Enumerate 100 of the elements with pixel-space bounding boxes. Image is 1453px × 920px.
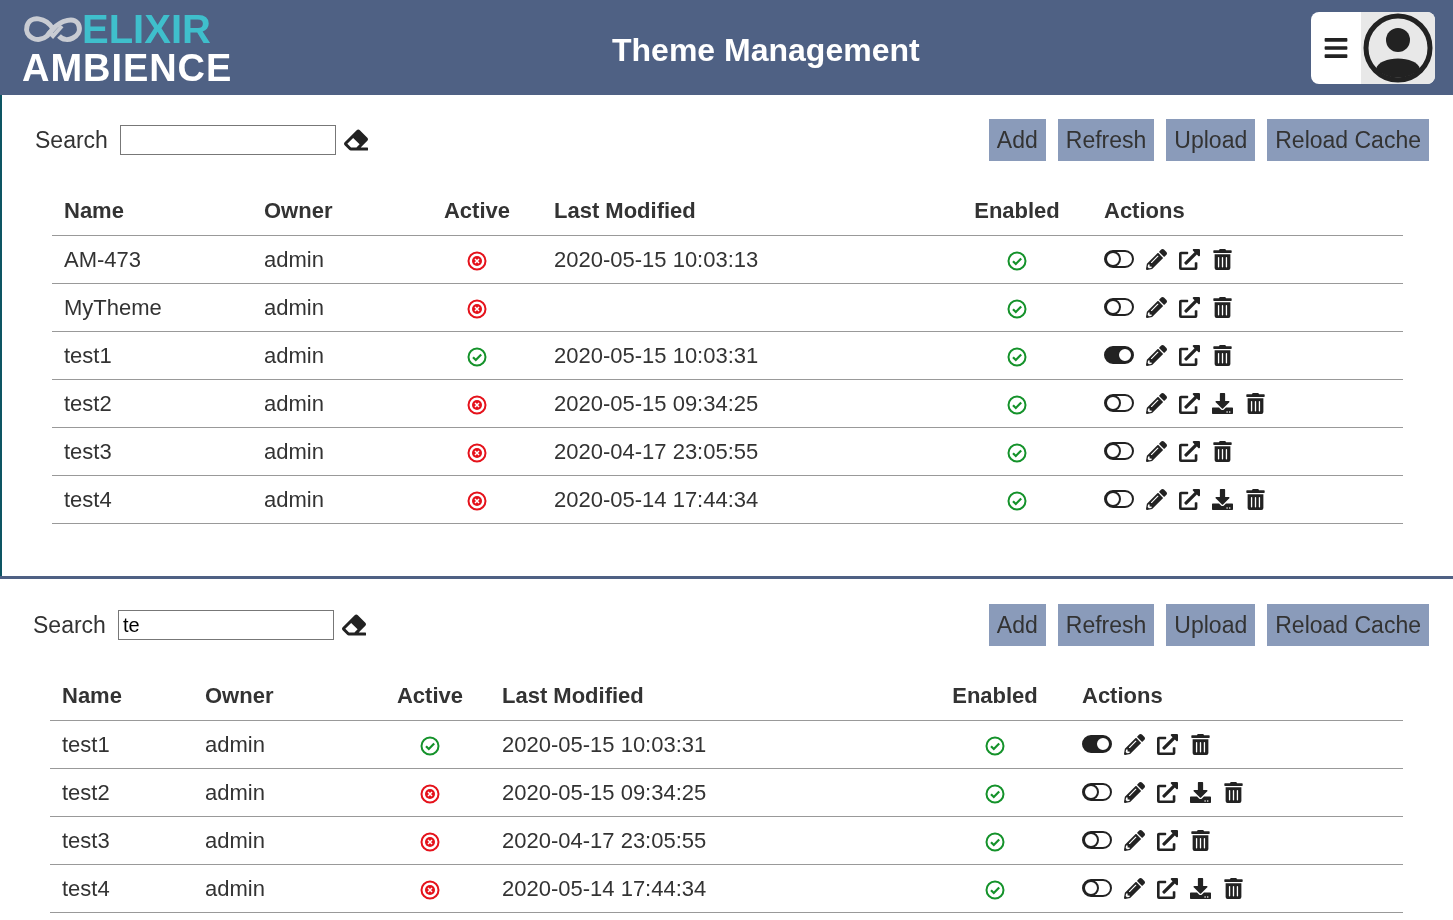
external-link-icon[interactable] xyxy=(1157,733,1178,755)
search-field[interactable] xyxy=(119,125,336,155)
column-header: Actions xyxy=(1082,683,1163,709)
external-link-icon[interactable] xyxy=(1157,877,1178,899)
column-header: Name xyxy=(62,683,122,709)
column-header: Owner xyxy=(264,198,333,224)
column-header: Last Modified xyxy=(502,683,644,709)
table-cell: test4 xyxy=(62,875,110,901)
column-header: Owner xyxy=(205,683,274,709)
table-cell: test1 xyxy=(64,342,112,368)
external-link-icon[interactable] xyxy=(1179,440,1200,462)
table-cell: MyTheme xyxy=(64,294,162,320)
pencil-icon[interactable] xyxy=(1124,781,1145,803)
pencil-icon[interactable] xyxy=(1146,248,1167,270)
toolbar-button[interactable]: Reload Cache xyxy=(1267,119,1429,161)
toggle-icon[interactable] xyxy=(1104,442,1134,460)
table-cell: admin xyxy=(264,486,324,512)
table-cell: admin xyxy=(264,342,324,368)
table-cell: test2 xyxy=(64,390,112,416)
pencil-icon[interactable] xyxy=(1146,392,1167,414)
external-link-icon[interactable] xyxy=(1157,781,1178,803)
trash-icon[interactable] xyxy=(1212,248,1233,270)
toggle-icon[interactable] xyxy=(1104,250,1134,268)
pencil-icon[interactable] xyxy=(1124,877,1145,899)
logo-text: ELIXIR xyxy=(82,8,211,49)
trash-icon[interactable] xyxy=(1212,296,1233,318)
table-cell: 2020-05-15 10:03:13 xyxy=(554,246,759,272)
pencil-icon[interactable] xyxy=(1124,829,1145,851)
table-cell: 2020-05-15 09:34:25 xyxy=(502,779,707,805)
toggle-icon[interactable] xyxy=(1104,346,1134,364)
table-cell: test2 xyxy=(62,779,110,805)
external-link-icon[interactable] xyxy=(1179,488,1200,510)
table-cell: test4 xyxy=(64,486,112,512)
trash-icon[interactable] xyxy=(1245,392,1266,414)
toggle-icon[interactable] xyxy=(1104,490,1134,508)
pencil-icon[interactable] xyxy=(1146,344,1167,366)
table-cell: admin xyxy=(205,827,265,853)
column-header: Enabled xyxy=(974,198,1060,224)
trash-icon[interactable] xyxy=(1245,488,1266,510)
table-cell: admin xyxy=(205,875,265,901)
pencil-icon[interactable] xyxy=(1146,440,1167,462)
column-header: Active xyxy=(396,683,463,709)
table-cell: admin xyxy=(205,779,265,805)
toolbar-button[interactable]: Refresh xyxy=(1057,604,1155,646)
toggle-icon[interactable] xyxy=(1082,879,1112,897)
toggle-icon[interactable] xyxy=(1104,394,1134,412)
toggle-icon[interactable] xyxy=(1082,831,1112,849)
table-cell: 2020-05-15 09:34:25 xyxy=(554,390,759,416)
trash-icon[interactable] xyxy=(1190,733,1211,755)
trash-icon[interactable] xyxy=(1212,440,1233,462)
external-link-icon[interactable] xyxy=(1179,392,1200,414)
toolbar-button[interactable]: Upload xyxy=(1166,119,1256,161)
table-cell: test1 xyxy=(62,731,110,757)
user-avatar-icon[interactable] xyxy=(1363,12,1433,83)
trash-icon[interactable] xyxy=(1223,781,1244,803)
table-cell: 2020-05-14 17:44:34 xyxy=(502,875,707,901)
table-cell: admin xyxy=(264,390,324,416)
toggle-icon[interactable] xyxy=(1082,735,1112,753)
search-label: Search xyxy=(35,125,108,155)
trash-icon[interactable] xyxy=(1212,344,1233,366)
toolbar-button[interactable]: Reload Cache xyxy=(1267,604,1429,646)
toolbar-button[interactable]: Refresh xyxy=(1057,119,1155,161)
toolbar-button[interactable]: Add xyxy=(988,119,1046,161)
toolbar-button[interactable]: Upload xyxy=(1166,604,1256,646)
table-cell: 2020-05-14 17:44:34 xyxy=(554,486,759,512)
download-icon[interactable] xyxy=(1212,488,1233,510)
external-link-icon[interactable] xyxy=(1157,829,1178,851)
column-header: Name xyxy=(64,198,124,224)
table-cell: admin xyxy=(205,731,265,757)
table-cell: admin xyxy=(264,294,324,320)
table-cell: 2020-05-15 10:03:31 xyxy=(554,342,759,368)
table-cell: admin xyxy=(264,438,324,464)
external-link-icon[interactable] xyxy=(1179,344,1200,366)
external-link-icon[interactable] xyxy=(1179,248,1200,270)
eraser-icon[interactable] xyxy=(343,128,368,152)
column-header: Enabled xyxy=(952,683,1038,709)
toolbar-button[interactable]: Add xyxy=(988,604,1046,646)
pencil-icon[interactable] xyxy=(1146,296,1167,318)
external-link-icon[interactable] xyxy=(1179,296,1200,318)
download-icon[interactable] xyxy=(1190,877,1211,899)
user-menu[interactable] xyxy=(1311,11,1435,84)
logo-text: AMBIENCE xyxy=(22,48,233,87)
table-cell: 2020-04-17 23:05:55 xyxy=(554,438,759,464)
pencil-icon[interactable] xyxy=(1124,733,1145,755)
table-cell: test3 xyxy=(62,827,110,853)
table-cell: AM-473 xyxy=(64,246,142,272)
download-icon[interactable] xyxy=(1190,781,1211,803)
page-title: Theme Management xyxy=(612,31,920,70)
table-cell: 2020-04-17 23:05:55 xyxy=(502,827,707,853)
search-field[interactable]: te xyxy=(117,610,334,640)
search-label: Search xyxy=(33,610,106,640)
table-cell: 2020-05-15 10:03:31 xyxy=(502,731,707,757)
download-icon[interactable] xyxy=(1212,392,1233,414)
toggle-icon[interactable] xyxy=(1104,298,1134,316)
pencil-icon[interactable] xyxy=(1146,488,1167,510)
column-header: Active xyxy=(443,198,510,224)
trash-icon[interactable] xyxy=(1190,829,1211,851)
eraser-icon[interactable] xyxy=(341,613,366,637)
trash-icon[interactable] xyxy=(1223,877,1244,899)
toggle-icon[interactable] xyxy=(1082,783,1112,801)
